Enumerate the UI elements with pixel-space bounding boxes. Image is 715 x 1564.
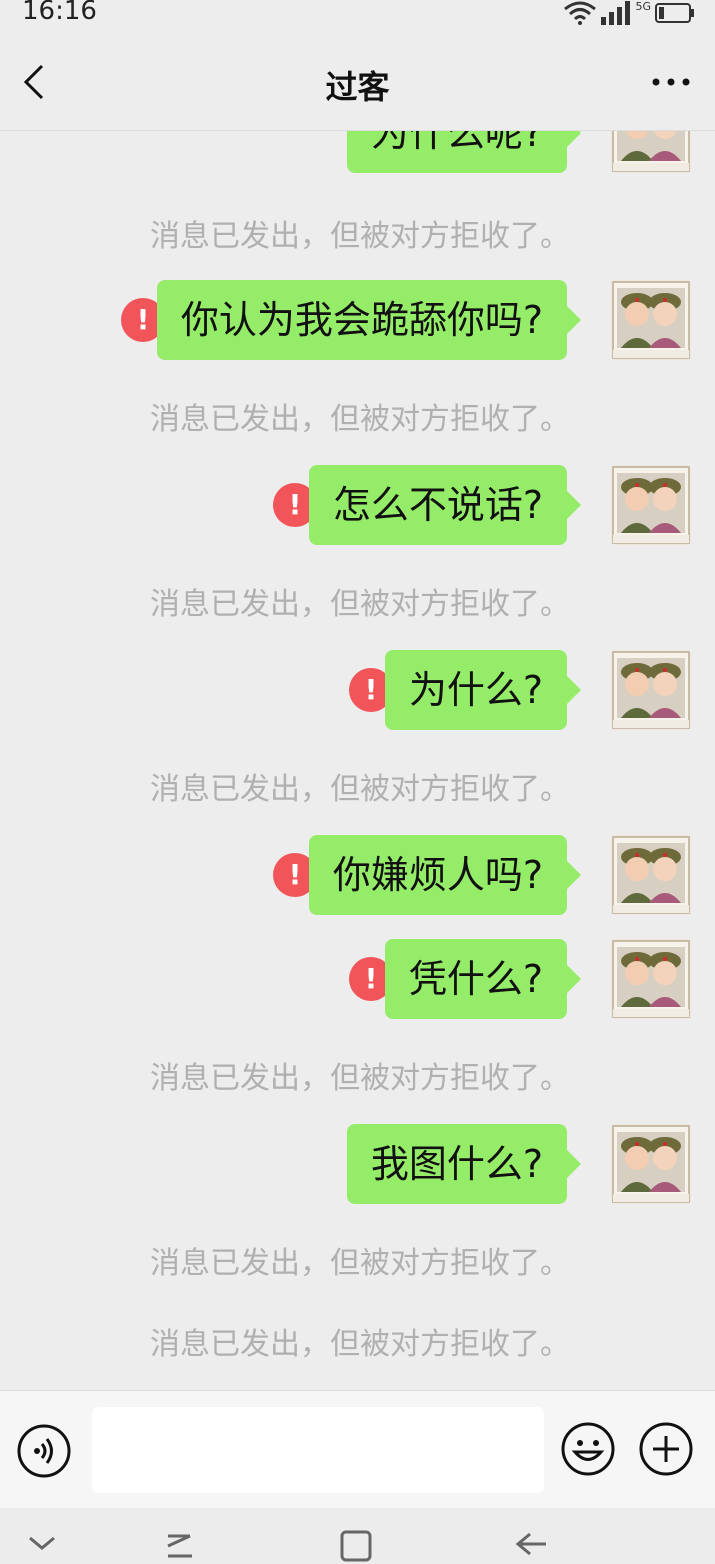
- message-row: ! 你认为我会跪舔你吗?: [91, 280, 691, 362]
- status-time: 16:16: [22, 0, 97, 26]
- nav-down-icon[interactable]: [22, 1526, 62, 1564]
- message-row: ! 凭什么?: [91, 939, 691, 1021]
- avatar[interactable]: [611, 131, 691, 173]
- message-row: ! 怎么不说话?: [91, 465, 691, 547]
- nav-home-icon[interactable]: [336, 1526, 376, 1564]
- rejection-notice: 消息已发出，但被对方拒收了。: [150, 772, 570, 807]
- message-input[interactable]: [92, 1407, 544, 1493]
- battery-icon: [655, 3, 694, 23]
- rejection-notice: 消息已发出，但被对方拒收了。: [150, 1246, 570, 1281]
- plus-icon[interactable]: [638, 1421, 694, 1477]
- voice-input-icon[interactable]: [16, 1423, 72, 1479]
- network-type: 5G: [635, 0, 651, 13]
- chat-messages[interactable]: ! 为什么呢? 消息已发出，但被对方拒收了。 ! 你认为我会跪舔你吗? 消息已发…: [0, 131, 715, 1390]
- message-row: ! 为什么?: [91, 650, 691, 732]
- avatar[interactable]: [611, 835, 691, 915]
- status-bar: 16:16 5G: [0, 0, 715, 28]
- message-bubble[interactable]: 怎么不说话?: [308, 465, 582, 545]
- message-bubble[interactable]: 你认为我会跪舔你吗?: [156, 280, 582, 360]
- rejection-notice: 消息已发出，但被对方拒收了。: [150, 1061, 570, 1096]
- chat-header: 过客: [0, 28, 715, 131]
- rejection-notice: 消息已发出，但被对方拒收了。: [150, 219, 570, 254]
- nav-menu-icon[interactable]: [160, 1526, 200, 1564]
- avatar[interactable]: [611, 465, 691, 545]
- message-bubble[interactable]: 为什么?: [384, 650, 582, 730]
- avatar[interactable]: [611, 650, 691, 730]
- rejection-notice: 消息已发出，但被对方拒收了。: [150, 402, 570, 437]
- status-icons: 5G: [563, 0, 695, 26]
- message-row: 我图什么?: [91, 1124, 691, 1206]
- input-bar: [0, 1390, 715, 1509]
- message-row: ! 你嫌烦人吗?: [91, 835, 691, 917]
- message-bubble[interactable]: 为什么呢?: [346, 131, 582, 173]
- chat-title: 过客: [325, 68, 390, 106]
- rejection-notice: 消息已发出，但被对方拒收了。: [150, 587, 570, 622]
- more-dots-icon[interactable]: [651, 76, 691, 88]
- avatar[interactable]: [611, 939, 691, 1019]
- avatar[interactable]: [611, 1124, 691, 1204]
- message-bubble[interactable]: 凭什么?: [384, 939, 582, 1019]
- message-bubble[interactable]: 我图什么?: [346, 1124, 582, 1204]
- rejection-notice: 消息已发出，但被对方拒收了。: [150, 1327, 570, 1362]
- emoji-icon[interactable]: [560, 1421, 616, 1477]
- message-bubble[interactable]: 你嫌烦人吗?: [308, 835, 582, 915]
- avatar[interactable]: [611, 280, 691, 360]
- system-nav-bar: [0, 1508, 715, 1564]
- wifi-icon: [564, 1, 597, 25]
- signal-icon: [601, 1, 631, 25]
- nav-back-icon[interactable]: [512, 1526, 552, 1564]
- message-row: ! 为什么呢?: [91, 131, 691, 175]
